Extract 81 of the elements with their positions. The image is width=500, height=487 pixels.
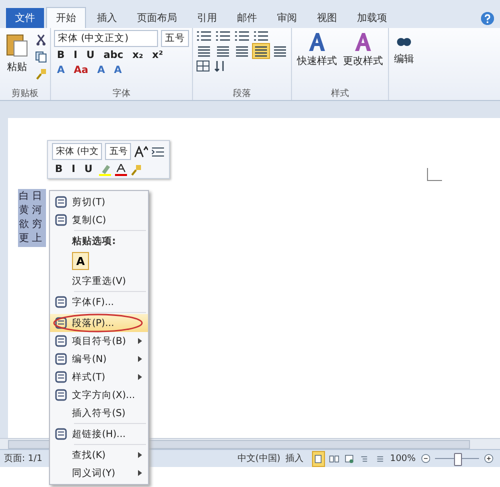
change-styles-button[interactable]: 更改样式 [341, 30, 385, 87]
align-icon[interactable] [196, 44, 212, 58]
font-size-combo[interactable]: 五号 [105, 143, 132, 160]
menu-item[interactable]: 文字方向(X)... [50, 386, 148, 404]
indent-icon[interactable] [151, 146, 166, 158]
align-icon[interactable] [272, 44, 288, 58]
align-icon[interactable] [234, 44, 250, 58]
font-size-combo[interactable]: 五号 [161, 30, 189, 47]
ribbon-tab[interactable]: 文件 [6, 8, 44, 28]
align-icon[interactable] [253, 44, 269, 58]
format-button[interactable]: I [70, 49, 80, 62]
selected-text: 黄河 [19, 204, 45, 218]
selected-text: 更上 [19, 232, 45, 246]
quick-styles-button[interactable]: 快速样式 [295, 30, 339, 87]
clipboard-icon [5, 32, 29, 58]
ribbon-tab[interactable]: 插入 [88, 8, 126, 28]
menu-item[interactable]: 段落(P)... [50, 314, 148, 332]
format-button[interactable]: A [54, 64, 68, 77]
menu-item[interactable]: 字体(F)... [50, 293, 148, 311]
zoom-in-icon[interactable] [484, 452, 494, 465]
ribbon-tab[interactable]: 邮件 [228, 8, 266, 28]
ribbon-tab[interactable]: 页面布局 [128, 8, 186, 28]
menu-item[interactable]: 复制(C) [50, 211, 148, 229]
paste-button[interactable]: 粘贴 [3, 30, 31, 87]
zoom-out-icon[interactable] [420, 452, 430, 465]
brush-icon[interactable] [35, 68, 47, 80]
group-label: 剪贴板 [10, 88, 40, 100]
editing-button[interactable]: 编辑 [392, 30, 416, 100]
submenu-arrow-icon [138, 374, 142, 380]
format-button[interactable]: U [83, 49, 98, 62]
menu-item[interactable]: 样式(T) [50, 368, 148, 386]
format-button[interactable]: U [81, 163, 96, 176]
group-label: 段落 [232, 88, 252, 100]
menu-item[interactable]: 编号(N) [50, 350, 148, 368]
selected-text: 白日 [19, 190, 45, 204]
group-label: 样式 [330, 88, 350, 100]
font-color-icon[interactable] [115, 164, 128, 176]
format-button[interactable]: B [52, 163, 66, 176]
selected-text: 欲穷 [19, 218, 45, 232]
menu-header: 粘贴选项: [70, 234, 117, 248]
submenu-arrow-icon [138, 356, 142, 362]
format-button[interactable]: B [54, 49, 68, 62]
ribbon-tab[interactable]: 审阅 [268, 8, 306, 28]
page-count: 页面: 1/1 [4, 453, 42, 465]
language-status[interactable]: 中文(中国) [237, 452, 280, 465]
format-button[interactable]: A [111, 64, 125, 77]
menu-item[interactable]: 项目符号(B) [50, 332, 148, 350]
ribbon-tab[interactable]: 加载项 [348, 8, 396, 28]
format-button[interactable]: x² [149, 49, 166, 62]
grow-font-icon[interactable] [134, 146, 148, 158]
menu-item[interactable]: 查找(K) [50, 446, 148, 464]
align-icon[interactable] [215, 44, 231, 58]
format-button[interactable]: A [94, 64, 108, 77]
format-button[interactable]: abc [100, 49, 126, 62]
submenu-arrow-icon [138, 470, 142, 476]
list-icon[interactable] [234, 30, 250, 42]
paste-option-button[interactable]: A [72, 252, 89, 270]
insert-mode[interactable]: 插入 [285, 452, 304, 465]
menu-item[interactable]: 同义词(Y) [50, 464, 148, 482]
menu-item[interactable]: 超链接(H)... [50, 425, 148, 443]
print-layout-icon[interactable] [313, 452, 324, 466]
group-label: 字体 [112, 88, 132, 100]
submenu-arrow-icon [138, 452, 142, 458]
submenu-arrow-icon [138, 338, 142, 344]
format-button[interactable]: I [68, 163, 78, 176]
font-name-combo[interactable]: 宋体 (中文正文) [54, 30, 158, 47]
menu-item[interactable]: 剪切(T) [50, 193, 148, 211]
help-icon[interactable] [481, 12, 494, 25]
format-button[interactable]: x₂ [129, 49, 146, 62]
ribbon-tab[interactable]: 开始 [46, 7, 86, 28]
format-button[interactable]: Aa [70, 64, 92, 77]
menu-item[interactable]: 汉字重选(V) [50, 272, 148, 290]
list-icon[interactable] [253, 30, 269, 42]
border-icon[interactable] [196, 60, 210, 72]
font-name-combo[interactable]: 宋体 (中文 [52, 143, 102, 160]
zoom-level[interactable]: 100% [390, 454, 416, 464]
menu-item[interactable]: 插入符号(S) [50, 404, 148, 422]
ribbon-tab[interactable]: 视图 [308, 8, 346, 28]
ribbon-tab[interactable]: 引用 [188, 8, 226, 28]
list-icon[interactable] [196, 30, 212, 42]
list-icon[interactable] [215, 30, 231, 42]
